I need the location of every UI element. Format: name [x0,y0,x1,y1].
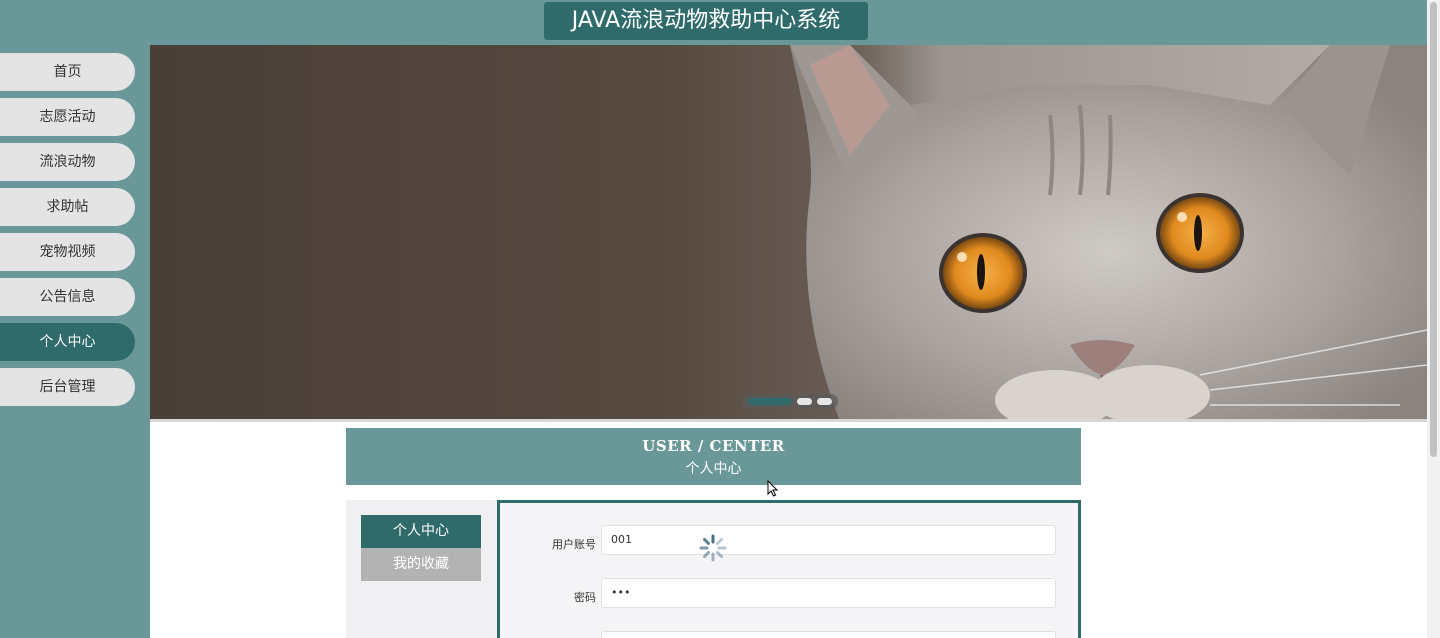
banner-divider [150,419,1427,422]
section-heading: USER / CENTER 个人中心 [346,428,1081,485]
loading-spinner-icon [699,534,727,562]
tab-my-favorites[interactable]: 我的收藏 [361,548,481,581]
carousel-dot-1[interactable] [748,398,792,405]
sidebar-nav: 首页 志愿活动 流浪动物 求助帖 宠物视频 公告信息 个人中心 后台管理 [0,45,150,638]
section-title-cn: 个人中心 [685,461,742,477]
third-field[interactable] [601,631,1056,638]
nav-item-personal-center[interactable]: 个人中心 [0,323,135,361]
nav-item-announcements[interactable]: 公告信息 [0,278,135,316]
username-label: 用户账号 [552,538,596,551]
nav-item-stray-animals[interactable]: 流浪动物 [0,143,135,181]
page-scrollbar[interactable] [1427,0,1440,638]
cat-banner-image [790,45,1427,421]
scrollbar-thumb[interactable] [1430,2,1437,457]
carousel-indicators [742,394,838,409]
page: JAVA流浪动物救助中心系统 首页 志愿活动 流浪动物 求助帖 宠物视频 公告信… [0,0,1440,638]
top-header: JAVA流浪动物救助中心系统 [0,0,1427,45]
user-center-sidenav: 个人中心 我的收藏 [346,500,497,638]
nav-item-help-posts[interactable]: 求助帖 [0,188,135,226]
profile-form: 用户账号 001 密码 ••• [497,500,1081,638]
carousel-dot-3[interactable] [817,398,832,405]
carousel-dot-2[interactable] [797,398,812,405]
nav-item-admin[interactable]: 后台管理 [0,368,135,406]
nav-item-volunteer-activities[interactable]: 志愿活动 [0,98,135,136]
nav-item-home[interactable]: 首页 [0,53,135,91]
password-field[interactable]: ••• [601,578,1056,608]
tab-personal-center[interactable]: 个人中心 [361,515,481,548]
username-field[interactable]: 001 [601,525,1056,555]
mouse-pointer-icon [767,480,779,497]
section-title-en: USER / CENTER [642,437,785,455]
banner-carousel[interactable] [150,45,1427,421]
password-label: 密码 [574,591,596,604]
site-title: JAVA流浪动物救助中心系统 [544,2,868,40]
nav-item-pet-videos[interactable]: 宠物视频 [0,233,135,271]
